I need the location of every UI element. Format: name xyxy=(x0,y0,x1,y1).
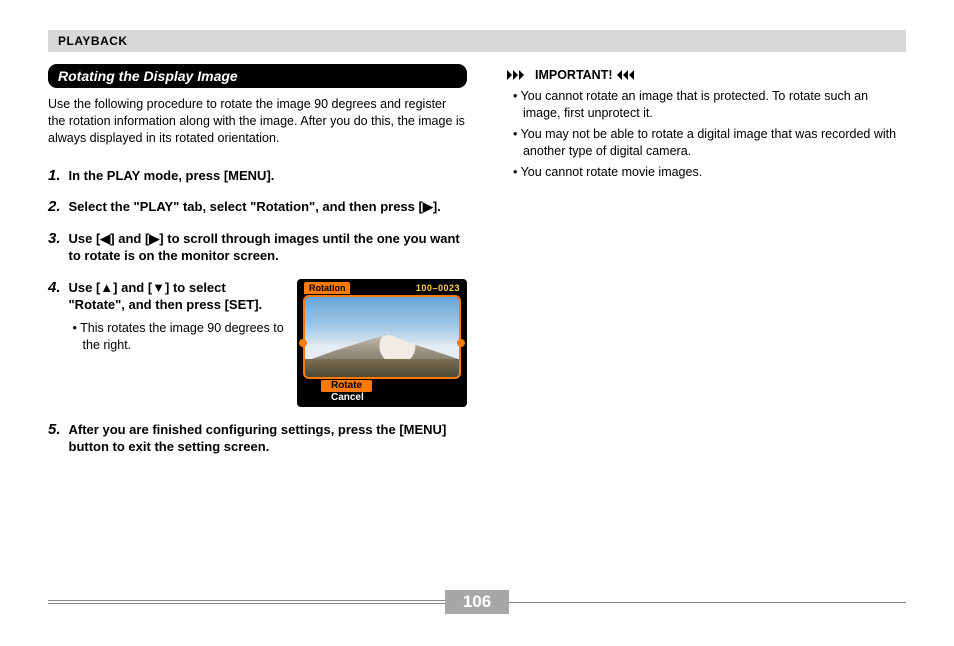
important-item: • You cannot rotate movie images. xyxy=(507,164,906,181)
camera-screenshot: Rotation 100–0023 Rotate Cancel xyxy=(297,279,467,407)
step-5: 5. After you are finished configuring se… xyxy=(48,421,467,456)
step-body: Use [▲] and [▼] to select "Rotate", and … xyxy=(69,279,467,407)
content-columns: Rotating the Display Image Use the follo… xyxy=(48,64,906,470)
footer-rule-left xyxy=(48,600,445,604)
camera-ground xyxy=(305,359,459,377)
camera-option-rotate: Rotate xyxy=(321,380,372,392)
step-text: Use [▲] and [▼] to select "Rotate", and … xyxy=(69,279,285,314)
important-label: IMPORTANT! xyxy=(535,68,613,82)
important-item: • You may not be able to rotate a digita… xyxy=(507,126,906,160)
step-4-textcol: Use [▲] and [▼] to select "Rotate", and … xyxy=(69,279,285,354)
topic-title: Rotating the Display Image xyxy=(48,64,467,88)
camera-tab: Rotation xyxy=(304,282,351,294)
camera-handle-right xyxy=(457,339,465,347)
important-item: • You cannot rotate an image that is pro… xyxy=(507,88,906,122)
right-column: IMPORTANT! • You cannot rotate an image … xyxy=(507,64,906,470)
step-number: 5. xyxy=(48,421,61,438)
intro-text: Use the following procedure to rotate th… xyxy=(48,96,467,147)
step-4-sub: • This rotates the image 90 degrees to t… xyxy=(69,320,285,354)
step-text: In the PLAY mode, press [MENU]. xyxy=(69,167,467,185)
camera-handle-left xyxy=(299,339,307,347)
page-number: 106 xyxy=(445,590,509,614)
step-3: 3. Use [◀] and [▶] to scroll through ima… xyxy=(48,230,467,265)
left-column: Rotating the Display Image Use the follo… xyxy=(48,64,467,470)
camera-option-cancel: Cancel xyxy=(321,392,372,404)
step-number: 3. xyxy=(48,230,61,247)
section-header: PLAYBACK xyxy=(48,30,906,52)
important-list: • You cannot rotate an image that is pro… xyxy=(507,88,906,180)
footer-rule-right xyxy=(509,602,906,603)
step-1: 1. In the PLAY mode, press [MENU]. xyxy=(48,167,467,185)
section-header-text: PLAYBACK xyxy=(58,34,128,48)
step-number: 4. xyxy=(48,279,61,296)
camera-frame xyxy=(303,295,461,379)
important-heading: IMPORTANT! xyxy=(507,68,906,82)
steps-list: 1. In the PLAY mode, press [MENU]. 2. Se… xyxy=(48,167,467,456)
step-2: 2. Select the "PLAY" tab, select "Rotati… xyxy=(48,198,467,216)
step-text: Select the "PLAY" tab, select "Rotation"… xyxy=(69,198,467,216)
camera-image-id: 100–0023 xyxy=(416,282,460,294)
step-text: After you are finished configuring setti… xyxy=(69,421,467,456)
step-number: 2. xyxy=(48,198,61,215)
important-icon-left xyxy=(507,70,531,80)
step-number: 1. xyxy=(48,167,61,184)
important-icon-right xyxy=(617,70,641,80)
camera-options: Rotate Cancel xyxy=(321,380,372,404)
camera-topbar: Rotation 100–0023 xyxy=(300,282,464,295)
page-footer: 106 xyxy=(48,590,906,614)
step-text: Use [◀] and [▶] to scroll through images… xyxy=(69,230,467,265)
step-4: 4. Use [▲] and [▼] to select "Rotate", a… xyxy=(48,279,467,407)
